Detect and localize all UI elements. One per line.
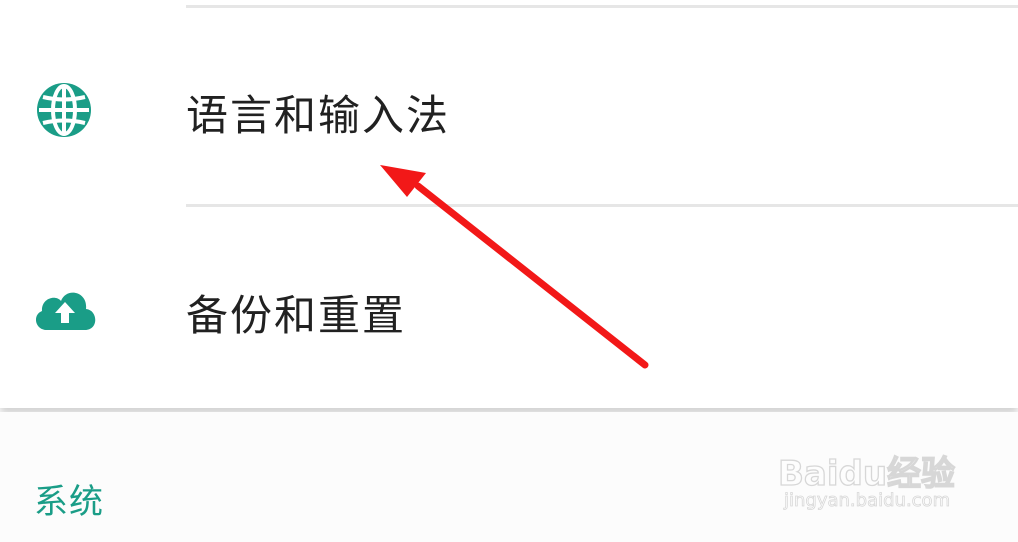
- globe-icon: [32, 80, 98, 140]
- settings-item-label: 备份和重置: [186, 291, 407, 340]
- divider: [186, 204, 1018, 207]
- settings-item-label: 语言和输入法: [186, 91, 451, 140]
- settings-card: 语言和输入法 备份和重置: [0, 0, 1018, 408]
- watermark: Baidu经验 jingyan.baidu.com: [777, 432, 978, 522]
- cloud-upload-icon: [32, 280, 98, 340]
- settings-screen: 语言和输入法 备份和重置 系统 Baidu经验 jingyan.baidu.co…: [0, 0, 1018, 542]
- settings-item-backup-reset[interactable]: 备份和重置: [0, 210, 1018, 400]
- settings-item-language-input[interactable]: 语言和输入法: [0, 10, 1018, 200]
- section-header-system: 系统: [34, 482, 104, 522]
- divider: [186, 5, 1018, 8]
- watermark-brand: Baidu经验: [777, 453, 956, 494]
- watermark-site: jingyan.baidu.com: [784, 490, 951, 512]
